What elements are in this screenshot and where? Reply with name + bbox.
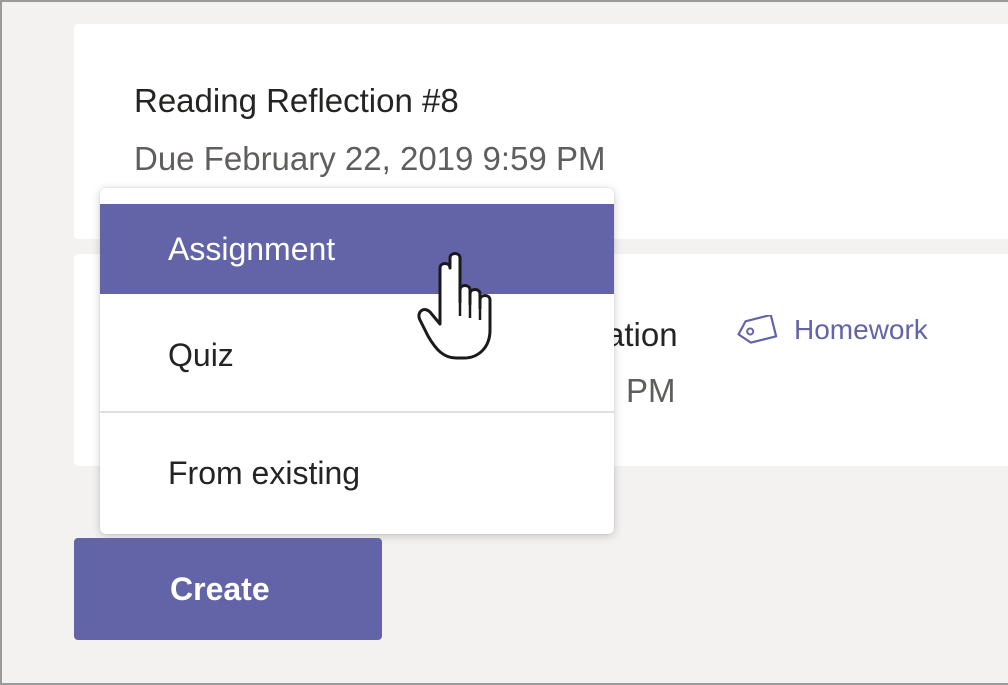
menu-item-assignment[interactable]: Assignment xyxy=(100,204,614,294)
tag-label: Homework xyxy=(794,314,928,345)
menu-item-quiz[interactable]: Quiz xyxy=(100,310,614,400)
menu-item-from-existing[interactable]: From existing xyxy=(100,428,614,518)
create-dropdown-menu: Assignment Quiz From existing xyxy=(100,188,614,534)
create-button[interactable]: Create xyxy=(74,538,382,640)
app-frame: Reading Reflection #8 Due February 22, 2… xyxy=(0,0,1008,685)
hand-pointer-cursor-icon xyxy=(417,252,492,360)
create-button-label: Create xyxy=(170,570,270,607)
menu-item-label: Quiz xyxy=(168,336,234,373)
assignment-due-date: Due February 22, 2019 9:59 PM xyxy=(134,140,606,177)
assignment-due-date: PM xyxy=(626,372,676,409)
tag-icon xyxy=(737,315,778,344)
menu-item-label: From existing xyxy=(168,454,361,491)
assignment-title: ation xyxy=(606,316,678,353)
menu-divider xyxy=(100,411,614,413)
menu-item-label: Assignment xyxy=(168,230,336,267)
assignment-title: Reading Reflection #8 xyxy=(134,82,459,119)
homework-tag[interactable]: Homework xyxy=(734,314,928,346)
